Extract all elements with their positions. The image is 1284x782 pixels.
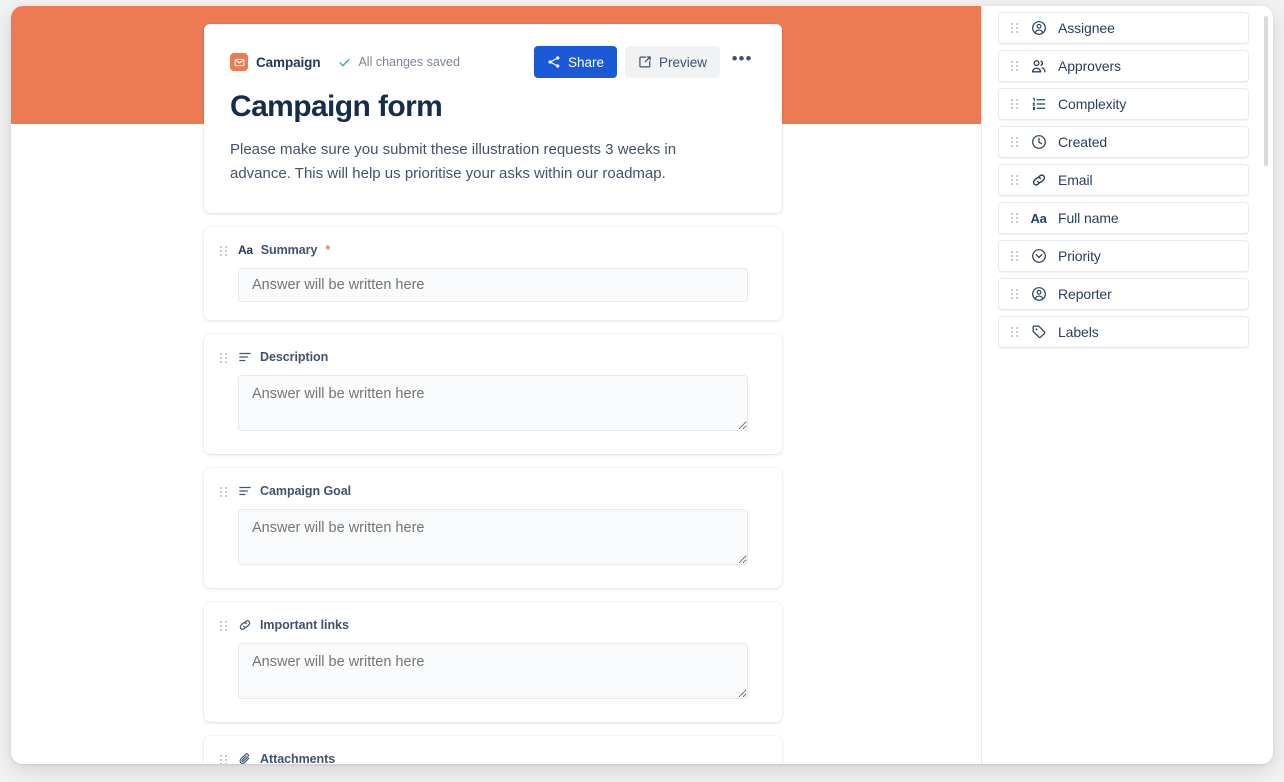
sidebar-item-priority[interactable]: Priority bbox=[998, 240, 1249, 272]
drag-handle-icon[interactable] bbox=[220, 245, 228, 256]
drag-handle-icon[interactable] bbox=[1011, 251, 1019, 261]
external-link-icon bbox=[638, 55, 652, 69]
summary-input[interactable] bbox=[238, 267, 748, 302]
sidebar-item-assignee[interactable]: Assignee bbox=[998, 12, 1249, 44]
more-options-button[interactable]: ••• bbox=[728, 48, 756, 76]
share-button[interactable]: Share bbox=[533, 46, 617, 78]
field-label: Description bbox=[260, 349, 329, 364]
drag-handle-icon[interactable] bbox=[1011, 99, 1019, 109]
user-circle-icon bbox=[1030, 20, 1047, 37]
campaign-chip[interactable]: Campaign bbox=[230, 53, 321, 71]
field-label: Campaign Goal bbox=[260, 483, 352, 498]
ordered-list-icon bbox=[1030, 96, 1047, 113]
sidebar-item-label: Reporter bbox=[1058, 286, 1112, 302]
preview-button[interactable]: Preview bbox=[624, 46, 720, 78]
drag-handle-icon[interactable] bbox=[220, 486, 228, 497]
field-label: Attachments bbox=[260, 751, 336, 764]
sidebar-item-email[interactable]: Email bbox=[998, 164, 1249, 196]
field-palette-sidebar: Assignee Approvers Complexity Created Em… bbox=[982, 6, 1273, 764]
user-circle-icon bbox=[1030, 286, 1047, 303]
paperclip-icon bbox=[238, 752, 252, 764]
field-card-attachments[interactable]: Attachments Attachments will be uploaded… bbox=[204, 735, 782, 764]
sidebar-item-label: Email bbox=[1058, 172, 1093, 188]
campaign-goal-input[interactable] bbox=[238, 508, 748, 565]
field-label-row: Important links bbox=[238, 618, 748, 632]
link-icon bbox=[1030, 172, 1047, 189]
form-header-card: Campaign All changes saved Share Preview… bbox=[204, 24, 782, 213]
paragraph-lines-icon bbox=[238, 350, 252, 364]
users-icon bbox=[1030, 58, 1047, 75]
field-label-row: Attachments bbox=[238, 752, 748, 764]
share-nodes-icon bbox=[547, 55, 561, 69]
drag-handle-icon[interactable] bbox=[1011, 327, 1019, 337]
sidebar-item-labels[interactable]: Labels bbox=[998, 316, 1249, 348]
sidebar-item-created[interactable]: Created bbox=[998, 126, 1249, 158]
form-builder-main: Campaign All changes saved Share Preview… bbox=[11, 6, 981, 764]
field-card-summary[interactable]: Aa Summary * bbox=[204, 226, 782, 320]
form-scroll-area[interactable]: Campaign All changes saved Share Preview… bbox=[11, 6, 981, 764]
field-card-description[interactable]: Description bbox=[204, 333, 782, 454]
campaign-label: Campaign bbox=[256, 54, 321, 70]
share-button-label: Share bbox=[567, 54, 604, 70]
sidebar-item-complexity[interactable]: Complexity bbox=[998, 88, 1249, 120]
drag-handle-icon[interactable] bbox=[1011, 175, 1019, 185]
field-label-row: Description bbox=[238, 350, 748, 364]
drag-handle-icon[interactable] bbox=[1011, 137, 1019, 147]
drag-handle-icon[interactable] bbox=[220, 754, 228, 764]
drag-handle-icon[interactable] bbox=[1011, 23, 1019, 33]
sidebar-item-reporter[interactable]: Reporter bbox=[998, 278, 1249, 310]
drag-handle-icon[interactable] bbox=[1011, 289, 1019, 299]
sidebar-item-label: Priority bbox=[1058, 248, 1101, 264]
check-icon bbox=[338, 56, 351, 69]
drag-handle-icon[interactable] bbox=[220, 620, 228, 631]
app-window: Campaign All changes saved Share Preview… bbox=[11, 6, 1273, 764]
field-label-row: Campaign Goal bbox=[238, 484, 748, 498]
sidebar-item-label: Labels bbox=[1058, 324, 1099, 340]
sidebar-item-approvers[interactable]: Approvers bbox=[998, 50, 1249, 82]
sidebar-item-full-name[interactable]: Aa Full name bbox=[998, 202, 1249, 234]
save-status: All changes saved bbox=[338, 55, 460, 69]
field-label-row: Aa Summary * bbox=[238, 243, 748, 257]
header-actions: Share Preview ••• bbox=[533, 46, 756, 78]
required-marker: * bbox=[325, 242, 331, 257]
sidebar-item-label: Approvers bbox=[1058, 58, 1121, 74]
text-aa-icon: Aa bbox=[1030, 210, 1047, 226]
description-input[interactable] bbox=[238, 374, 748, 431]
clock-icon bbox=[1030, 134, 1047, 151]
link-icon bbox=[238, 618, 252, 632]
form-description: Please make sure you submit these illust… bbox=[230, 141, 677, 183]
drag-handle-icon[interactable] bbox=[220, 352, 228, 363]
important-links-input[interactable] bbox=[238, 642, 748, 699]
text-aa-icon: Aa bbox=[238, 242, 253, 257]
field-card-important-links[interactable]: Important links bbox=[204, 601, 782, 722]
sidebar-item-label: Full name bbox=[1058, 210, 1119, 226]
page-title: Campaign form bbox=[230, 90, 443, 123]
save-status-label: All changes saved bbox=[358, 55, 460, 69]
tag-icon bbox=[1030, 324, 1047, 341]
drag-handle-icon[interactable] bbox=[1011, 213, 1019, 223]
sidebar-scrollbar[interactable] bbox=[1264, 16, 1268, 166]
drag-handle-icon[interactable] bbox=[1011, 61, 1019, 71]
field-card-campaign-goal[interactable]: Campaign Goal bbox=[204, 467, 782, 588]
field-label: Important links bbox=[260, 617, 349, 632]
paragraph-lines-icon bbox=[238, 484, 252, 498]
field-label: Summary bbox=[260, 242, 318, 257]
envelope-icon bbox=[230, 53, 248, 71]
sidebar-item-label: Complexity bbox=[1058, 96, 1127, 112]
form-header-toolbar: Campaign All changes saved Share Preview… bbox=[230, 46, 756, 78]
chevron-circle-down-icon bbox=[1030, 248, 1047, 265]
sidebar-item-label: Created bbox=[1058, 134, 1108, 150]
preview-button-label: Preview bbox=[658, 54, 707, 70]
sidebar-item-label: Assignee bbox=[1058, 20, 1115, 36]
